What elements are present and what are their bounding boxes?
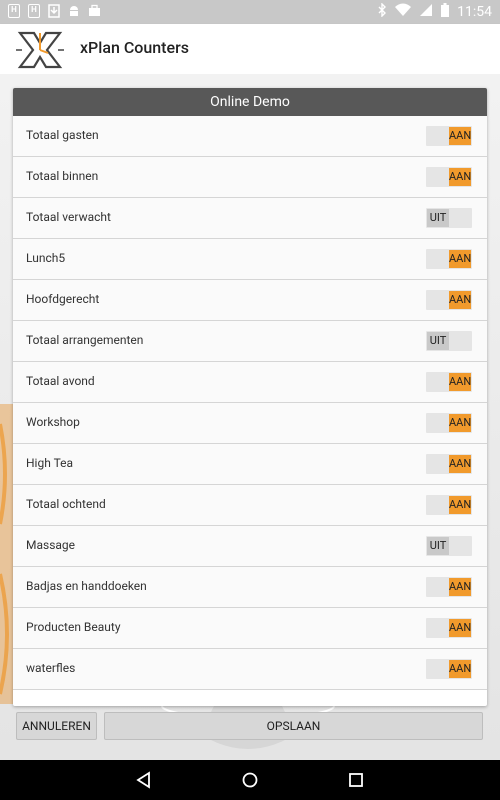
sdcard-icon: H: [8, 4, 20, 18]
counter-label: Totaal avond: [26, 374, 95, 388]
counter-toggle[interactable]: AAN: [426, 618, 472, 638]
toggle-state-label: AAN: [449, 578, 471, 596]
counter-row: Totaal gasten AAN: [13, 116, 487, 157]
android-icon: [68, 4, 80, 18]
counter-toggle[interactable]: AAN: [426, 290, 472, 310]
toggle-state-label: AAN: [449, 291, 471, 309]
counter-label: Hoofdgerecht: [26, 292, 100, 306]
toggle-state-label: AAN: [449, 619, 471, 637]
counter-toggle[interactable]: AAN: [426, 454, 472, 474]
toggle-state-label: AAN: [449, 414, 471, 432]
status-bar: H H 11:54: [0, 0, 500, 24]
counter-toggle[interactable]: AAN: [426, 126, 472, 146]
counter-toggle[interactable]: AAN: [426, 659, 472, 679]
briefcase-icon: [88, 4, 100, 18]
settings-dialog: Online Demo Totaal gasten AAN Totaal binne…: [13, 88, 487, 706]
counter-label: Totaal arrangementen: [26, 333, 144, 347]
counter-row: Totaal verwacht UIT: [13, 198, 487, 239]
toggle-state-label: AAN: [449, 127, 471, 145]
counter-label: Totaal verwacht: [26, 210, 111, 224]
save-button[interactable]: OPSLAAN: [104, 712, 483, 740]
counter-list: Totaal gasten AAN Totaal binnen AAN Totaal v…: [13, 116, 487, 690]
counter-row: Totaal arrangementen UIT: [13, 321, 487, 362]
signal-icon: [419, 3, 433, 21]
counter-toggle[interactable]: AAN: [426, 249, 472, 269]
counter-toggle[interactable]: AAN: [426, 495, 472, 515]
counter-row: Massage UIT: [13, 526, 487, 567]
counter-row: Hoofdgerecht AAN: [13, 280, 487, 321]
counter-label: Totaal binnen: [26, 169, 99, 183]
recent-apps-icon[interactable]: [346, 770, 366, 790]
counter-row: Producten Beauty AAN: [13, 608, 487, 649]
counter-toggle[interactable]: AAN: [426, 372, 472, 392]
counter-row: High Tea AAN: [13, 444, 487, 485]
toggle-state-label: UIT: [427, 332, 449, 350]
counter-row: Workshop AAN: [13, 403, 487, 444]
sdcard-icon: H: [28, 4, 40, 18]
counter-label: Badjas en handdoeken: [26, 579, 147, 593]
counter-toggle[interactable]: AAN: [426, 167, 472, 187]
cancel-button[interactable]: ANNULEREN: [16, 712, 97, 740]
clock-time: 11:54: [457, 4, 492, 20]
download-icon: [48, 4, 60, 18]
counter-label: Producten Beauty: [26, 620, 121, 634]
toggle-state-label: AAN: [449, 455, 471, 473]
counter-row: Totaal binnen AAN: [13, 157, 487, 198]
back-icon[interactable]: [134, 770, 154, 790]
toggle-state-label: UIT: [427, 209, 449, 227]
app-title: xPlan Counters: [80, 38, 189, 57]
dialog-title: Online Demo: [13, 88, 487, 116]
toggle-state-label: AAN: [449, 168, 471, 186]
navigation-bar: [0, 760, 500, 800]
counter-toggle[interactable]: UIT: [426, 331, 472, 351]
wifi-icon: [395, 3, 412, 21]
xplan-logo-icon: [14, 29, 66, 71]
app-bar: xPlan Counters: [0, 24, 500, 74]
counter-toggle[interactable]: AAN: [426, 577, 472, 597]
toggle-state-label: AAN: [449, 660, 471, 678]
bluetooth-icon: [377, 2, 387, 21]
counter-toggle[interactable]: AAN: [426, 413, 472, 433]
toggle-state-label: AAN: [449, 496, 471, 514]
battery-icon: [441, 3, 450, 21]
counter-label: Totaal gasten: [26, 128, 99, 142]
counter-label: High Tea: [26, 456, 74, 470]
counter-row: Totaal avond AAN: [13, 362, 487, 403]
counter-row: waterfles AAN: [13, 649, 487, 690]
counter-toggle[interactable]: UIT: [426, 208, 472, 228]
counter-row: Totaal ochtend AAN: [13, 485, 487, 526]
counter-label: waterfles: [26, 661, 76, 675]
toggle-state-label: AAN: [449, 250, 471, 268]
counter-label: Workshop: [26, 415, 80, 429]
counter-label: Totaal ochtend: [26, 497, 106, 511]
counter-row: Lunch5 AAN: [13, 239, 487, 280]
counter-row: Badjas en handdoeken AAN: [13, 567, 487, 608]
counter-label: Massage: [26, 538, 76, 552]
counter-label: Lunch5: [26, 251, 66, 265]
toggle-state-label: AAN: [449, 373, 471, 391]
home-icon[interactable]: [240, 770, 260, 790]
counter-toggle[interactable]: UIT: [426, 536, 472, 556]
toggle-state-label: UIT: [427, 537, 449, 555]
